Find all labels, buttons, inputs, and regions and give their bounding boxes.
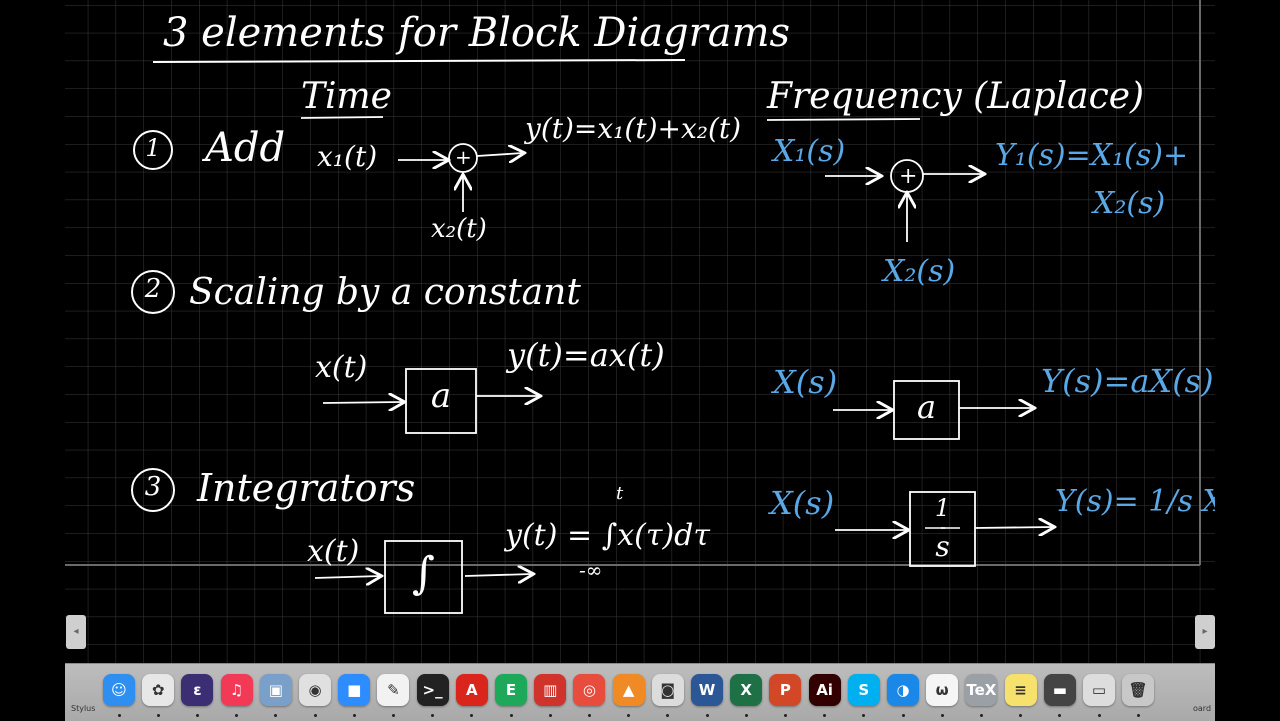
board-title: 3 elements for Block Diagrams <box>163 10 791 56</box>
finder-icon[interactable]: ☺ <box>103 674 135 706</box>
music-icon[interactable]: ♫ <box>220 674 253 706</box>
time-scale-output: y(t)=ax(t) <box>507 336 665 374</box>
freq-scale-input: X(s) <box>773 363 838 401</box>
item-name-scaling: Scaling by a constant <box>189 272 581 313</box>
time-add-input-2: x₂(t) <box>431 214 487 244</box>
photobooth-icon[interactable]: ◎ <box>573 674 606 706</box>
item-number-3: 3 <box>144 472 162 502</box>
dock-right-label: oard <box>1193 704 1212 713</box>
item-name-integrators: Integrators <box>197 466 416 510</box>
running-indicator <box>313 714 317 717</box>
stickies-icon[interactable]: ≡ <box>1004 674 1037 706</box>
freq-scale-output: Y(s)=aX(s) <box>1041 362 1214 400</box>
time-add-input-1: x₁(t) <box>317 140 378 173</box>
running-indicator <box>862 714 866 717</box>
terminal-icon[interactable]: >_ <box>416 674 449 706</box>
running-indicator <box>470 714 474 717</box>
time-int-input: x(t) <box>307 534 360 569</box>
running-indicator <box>391 714 395 717</box>
dock-left-label: Stylus <box>71 704 96 713</box>
running-indicator <box>627 714 631 717</box>
red-app-icon[interactable]: ▥ <box>534 674 567 706</box>
chrome-icon[interactable]: ◉ <box>299 674 331 706</box>
time-add-output: y(t)=x₁(t)+x₂(t) <box>525 112 742 145</box>
tex-icon[interactable]: TeX <box>965 674 998 706</box>
freq-int-output: Y(s)= 1/s X(s) <box>1055 484 1215 519</box>
running-indicator <box>156 714 160 717</box>
safari-icon[interactable]: ◑ <box>887 674 919 706</box>
running-indicator <box>117 714 121 717</box>
display-icon[interactable]: ▭ <box>1083 674 1115 706</box>
running-indicator <box>431 714 435 717</box>
item-number-1: 1 <box>145 134 161 162</box>
freq-add-input-1: X₁(s) <box>773 134 846 169</box>
running-indicator <box>548 714 552 717</box>
running-indicator <box>744 714 748 717</box>
photos-icon[interactable]: ✿ <box>142 674 175 706</box>
time-int-lower-limit: -∞ <box>579 558 603 582</box>
freq-add-output-cont: X₂(s) <box>1093 186 1166 221</box>
screenshot-icon[interactable]: ◙ <box>651 674 684 706</box>
running-indicator <box>666 714 670 717</box>
running-indicator <box>509 714 513 717</box>
freq-add-input-2: X₂(s) <box>883 254 956 289</box>
evernote-icon[interactable]: E <box>495 674 527 706</box>
running-indicator <box>901 714 905 717</box>
illustrator-icon[interactable]: Ai <box>808 674 841 706</box>
freq-int-denominator: s <box>935 530 950 563</box>
item-name-add: Add <box>205 125 286 171</box>
frequency-heading: Frequency (Laplace) <box>767 76 1145 117</box>
freq-int-numerator: 1 <box>934 494 951 522</box>
time-sum-plus: + <box>455 145 472 169</box>
zoom-icon[interactable]: ■ <box>338 674 371 706</box>
time-gain-value: a <box>430 376 452 416</box>
powerpoint-icon[interactable]: P <box>769 674 802 706</box>
running-indicator <box>587 714 591 717</box>
eclipse-icon[interactable]: ε <box>181 674 214 706</box>
freq-gain-value: a <box>916 388 937 426</box>
dock: Stylus oard ☺ ✿ ε ♫ ▣ ◉ ■ ✎ >_ A E ▥ ◎ ▲ ◙ W X P Ai S ◑ ω TeX ≡… <box>65 663 1215 721</box>
time-heading: Time <box>301 76 392 117</box>
trash-icon[interactable]: 🗑 <box>1122 674 1155 706</box>
screen-icon[interactable]: ▬ <box>1043 674 1076 706</box>
time-int-output: y(t) = ∫x(τ)dτ <box>505 518 710 553</box>
running-indicator <box>195 714 199 717</box>
running-indicator <box>274 714 278 717</box>
notes-icon[interactable]: ✎ <box>377 674 410 706</box>
freq-add-output: Y₁(s)=X₁(s)+ <box>995 138 1189 173</box>
running-indicator <box>352 714 356 717</box>
running-indicator <box>1058 714 1062 717</box>
acrobat-icon[interactable]: A <box>455 674 488 706</box>
running-indicator <box>1097 714 1101 717</box>
word-icon[interactable]: W <box>691 674 723 706</box>
running-indicator <box>1136 714 1140 717</box>
matlab-icon[interactable]: ▲ <box>612 674 645 706</box>
running-indicator <box>705 714 709 717</box>
freq-int-input: X(s) <box>770 484 835 522</box>
running-indicator <box>823 714 827 717</box>
time-int-symbol: ∫ <box>412 548 435 599</box>
wacom-icon[interactable]: ω <box>926 674 959 706</box>
running-indicator <box>940 714 944 717</box>
running-indicator <box>1019 714 1023 717</box>
time-scale-input: x(t) <box>315 350 368 385</box>
time-int-upper-limit: t <box>616 483 624 504</box>
item-number-2: 2 <box>144 274 162 304</box>
running-indicator <box>979 714 983 717</box>
preview-icon[interactable]: ▣ <box>259 674 292 706</box>
whiteboard-canvas[interactable]: 3 elements for Block Diagrams Time Frequ… <box>65 0 1215 663</box>
right-panel-tab[interactable]: ▸ <box>1195 615 1215 649</box>
left-panel-tab[interactable]: ◂ <box>66 615 86 649</box>
freq-sum-plus: + <box>899 164 918 189</box>
running-indicator <box>235 714 239 717</box>
excel-icon[interactable]: X <box>730 674 763 706</box>
running-indicator <box>783 714 787 717</box>
skype-icon[interactable]: S <box>847 674 880 706</box>
